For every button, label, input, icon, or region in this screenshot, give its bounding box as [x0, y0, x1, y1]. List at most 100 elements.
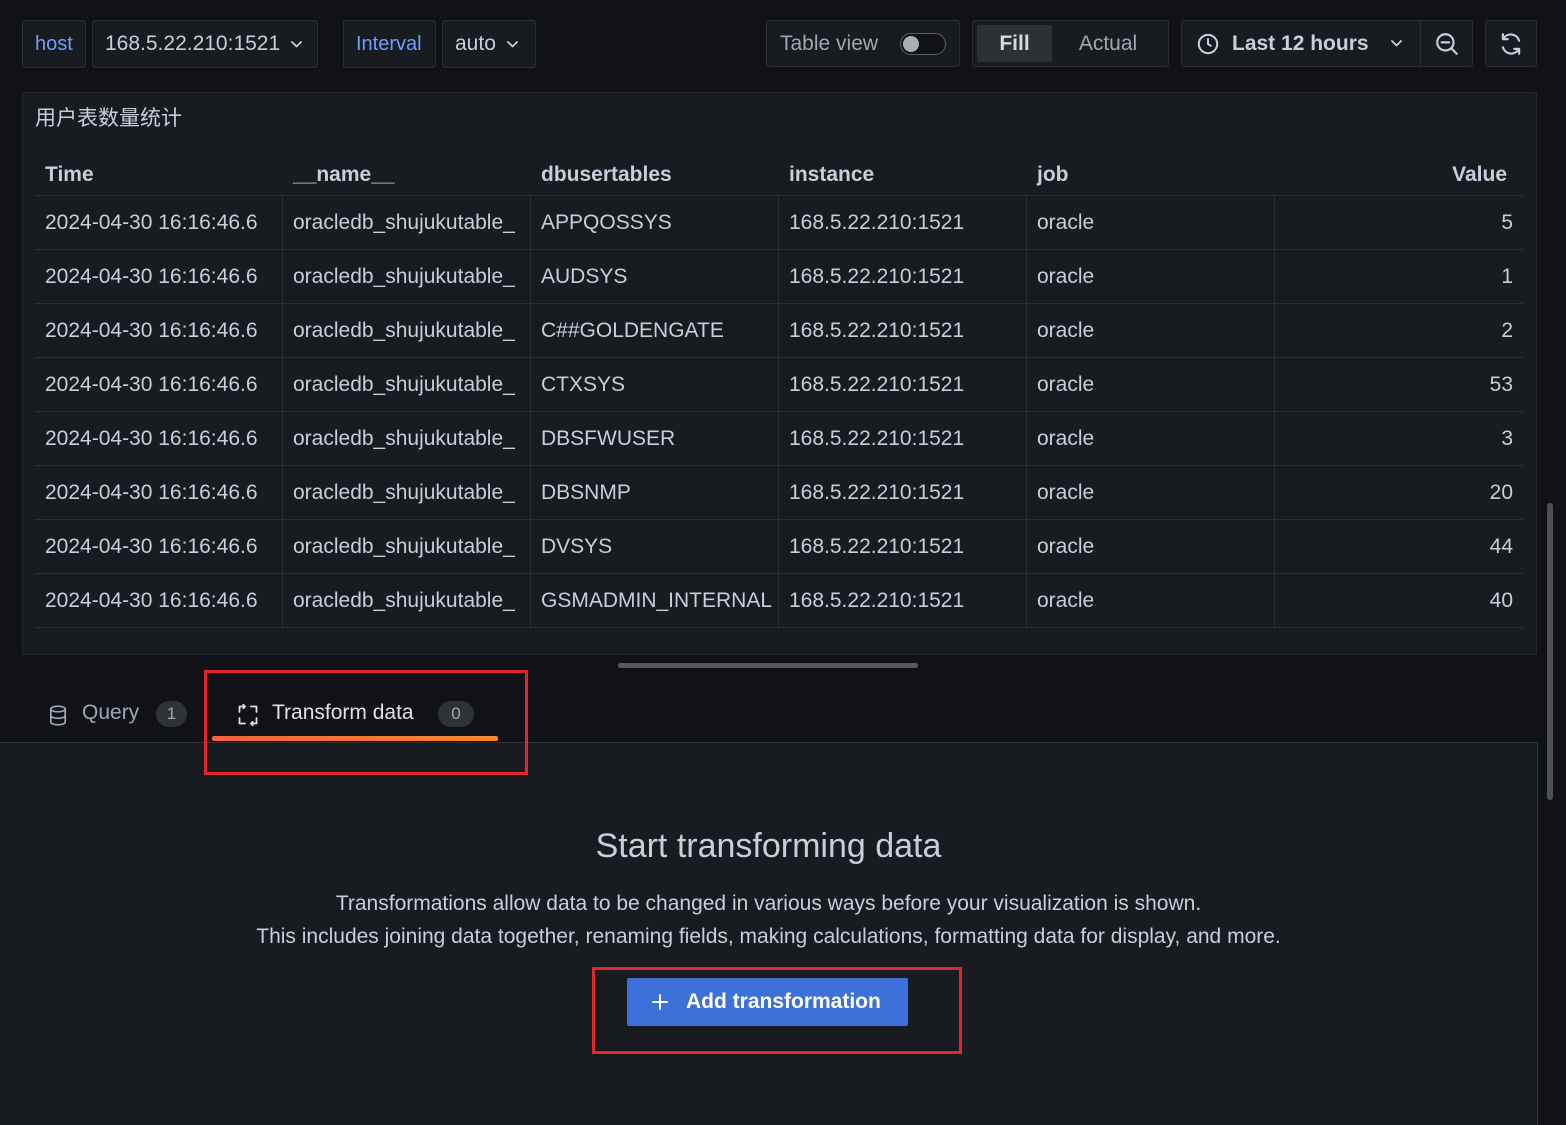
toggle-knob	[903, 36, 919, 52]
cell-dbusertables: C##GOLDENGATE	[531, 304, 779, 357]
column-header-time[interactable]: Time	[35, 155, 283, 195]
cell-time: 2024-04-30 16:16:46.6	[35, 250, 283, 303]
add-transformation-label: Add transformation	[686, 990, 881, 1013]
cell-instance: 168.5.22.210:1521	[779, 466, 1027, 519]
chevron-down-icon	[506, 40, 518, 47]
column-header-instance[interactable]: instance	[779, 155, 1027, 195]
table-header: Time __name__ dbusertables instance job …	[35, 155, 1523, 196]
cell-instance: 168.5.22.210:1521	[779, 196, 1027, 249]
cell-instance: 168.5.22.210:1521	[779, 250, 1027, 303]
zoom-out-button[interactable]	[1420, 20, 1473, 67]
cell-dbusertables: CTXSYS	[531, 358, 779, 411]
host-variable-label: host	[22, 20, 86, 68]
cell-value: 2	[1501, 319, 1513, 342]
cell-value: 44	[1489, 535, 1513, 558]
cell-dbusertables: GSMADMIN_INTERNAL	[531, 574, 779, 627]
cell-instance: 168.5.22.210:1521	[779, 520, 1027, 573]
clock-icon	[1197, 33, 1219, 54]
cell-name: oracledb_shujukutable_	[283, 250, 531, 303]
table-row: 2024-04-30 16:16:46.6 oracledb_shujukuta…	[35, 412, 1523, 466]
fill-mode-option-actual[interactable]: Actual	[1052, 25, 1164, 62]
empty-state-description-line: Transformations allow data to be changed…	[335, 892, 1202, 915]
cell-name: oracledb_shujukutable_	[283, 574, 531, 627]
cell-dbusertables: AUDSYS	[531, 250, 779, 303]
cell-name: oracledb_shujukutable_	[283, 196, 531, 249]
interval-variable-label: Interval	[343, 20, 436, 68]
cell-time: 2024-04-30 16:16:46.6	[35, 412, 283, 465]
tab-transform-data[interactable]: Transform data 0	[212, 690, 498, 742]
cell-job: oracle	[1027, 304, 1275, 357]
empty-state-heading: Start transforming data	[595, 827, 942, 865]
cell-instance: 168.5.22.210:1521	[779, 574, 1027, 627]
column-header-dbusertables[interactable]: dbusertables	[531, 155, 779, 195]
cell-time: 2024-04-30 16:16:46.6	[35, 196, 283, 249]
table-row: 2024-04-30 16:16:46.6 oracledb_shujukuta…	[35, 196, 1523, 250]
cell-dbusertables: DVSYS	[531, 520, 779, 573]
tab-query-count-badge: 1	[156, 701, 187, 727]
cell-name: oracledb_shujukutable_	[283, 466, 531, 519]
cell-value: 40	[1489, 589, 1513, 612]
cell-job: oracle	[1027, 358, 1275, 411]
cell-job: oracle	[1027, 574, 1275, 627]
cell-time: 2024-04-30 16:16:46.6	[35, 574, 283, 627]
cell-value: 20	[1489, 481, 1513, 504]
fill-mode-option-fill[interactable]: Fill	[977, 25, 1052, 62]
interval-label-text: Interval	[356, 32, 422, 55]
fill-mode-radio-group: Fill Actual	[972, 20, 1169, 67]
cell-job: oracle	[1027, 520, 1275, 573]
cell-name: oracledb_shujukutable_	[283, 412, 531, 465]
column-header-value[interactable]: Value	[1275, 155, 1523, 195]
interval-variable-select[interactable]: auto	[442, 20, 536, 68]
chevron-down-icon	[1390, 40, 1402, 47]
host-variable-select[interactable]: 168.5.22.210:1521	[92, 20, 318, 68]
cell-dbusertables: DBSFWUSER	[531, 412, 779, 465]
table-row: 2024-04-30 16:16:46.6 oracledb_shujukuta…	[35, 358, 1523, 412]
cell-time: 2024-04-30 16:16:46.6	[35, 466, 283, 519]
cell-job: oracle	[1027, 196, 1275, 249]
data-table: Time __name__ dbusertables instance job …	[35, 155, 1523, 628]
table-view-label[interactable]: Table view	[780, 32, 878, 56]
cell-job: oracle	[1027, 412, 1275, 465]
table-horizontal-scrollbar[interactable]	[618, 663, 918, 668]
cell-time: 2024-04-30 16:16:46.6	[35, 304, 283, 357]
panel-title: 用户表数量统计	[35, 106, 182, 130]
interval-select-value: auto	[455, 32, 496, 55]
tab-transform-data-label: Transform data	[272, 701, 414, 724]
cell-time: 2024-04-30 16:16:46.6	[35, 358, 283, 411]
tab-transform-count-badge: 0	[438, 701, 474, 727]
cell-name: oracledb_shujukutable_	[283, 358, 531, 411]
add-transformation-button[interactable]: Add transformation	[627, 978, 908, 1026]
empty-state-description-line: This includes joining data together, ren…	[256, 925, 1281, 948]
refresh-button[interactable]	[1485, 20, 1537, 67]
cell-value: 3	[1501, 427, 1513, 450]
cell-dbusertables: DBSNMP	[531, 466, 779, 519]
cell-value: 5	[1501, 211, 1513, 234]
host-label-text: host	[35, 32, 73, 55]
cell-value: 1	[1501, 265, 1513, 288]
cell-name: oracledb_shujukutable_	[283, 520, 531, 573]
plus-icon	[652, 994, 668, 1010]
time-range-label: Last 12 hours	[1232, 31, 1369, 55]
column-header-job[interactable]: job	[1027, 155, 1275, 195]
table-row: 2024-04-30 16:16:46.6 oracledb_shujukuta…	[35, 250, 1523, 304]
table-row: 2024-04-30 16:16:46.6 oracledb_shujukuta…	[35, 520, 1523, 574]
table-row: 2024-04-30 16:16:46.6 oracledb_shujukuta…	[35, 304, 1523, 358]
tab-query-label: Query	[82, 701, 140, 724]
cell-instance: 168.5.22.210:1521	[779, 304, 1027, 357]
tab-query[interactable]: Query 1	[40, 690, 198, 742]
tab-active-indicator	[212, 736, 498, 741]
table-view-toggle[interactable]	[900, 33, 946, 55]
page-vertical-scrollbar[interactable]	[1547, 503, 1553, 800]
cell-time: 2024-04-30 16:16:46.6	[35, 520, 283, 573]
column-header-name[interactable]: __name__	[283, 155, 531, 195]
transform-icon	[238, 704, 258, 726]
cell-instance: 168.5.22.210:1521	[779, 412, 1027, 465]
cell-job: oracle	[1027, 250, 1275, 303]
table-row: 2024-04-30 16:16:46.6 oracledb_shujukuta…	[35, 466, 1523, 520]
host-select-value: 168.5.22.210:1521	[105, 32, 281, 55]
cell-job: oracle	[1027, 466, 1275, 519]
cell-instance: 168.5.22.210:1521	[779, 358, 1027, 411]
table-view-toggle-group[interactable]: Table view	[766, 20, 960, 67]
time-range-picker[interactable]: Last 12 hours	[1181, 20, 1421, 67]
refresh-icon	[1501, 32, 1521, 55]
